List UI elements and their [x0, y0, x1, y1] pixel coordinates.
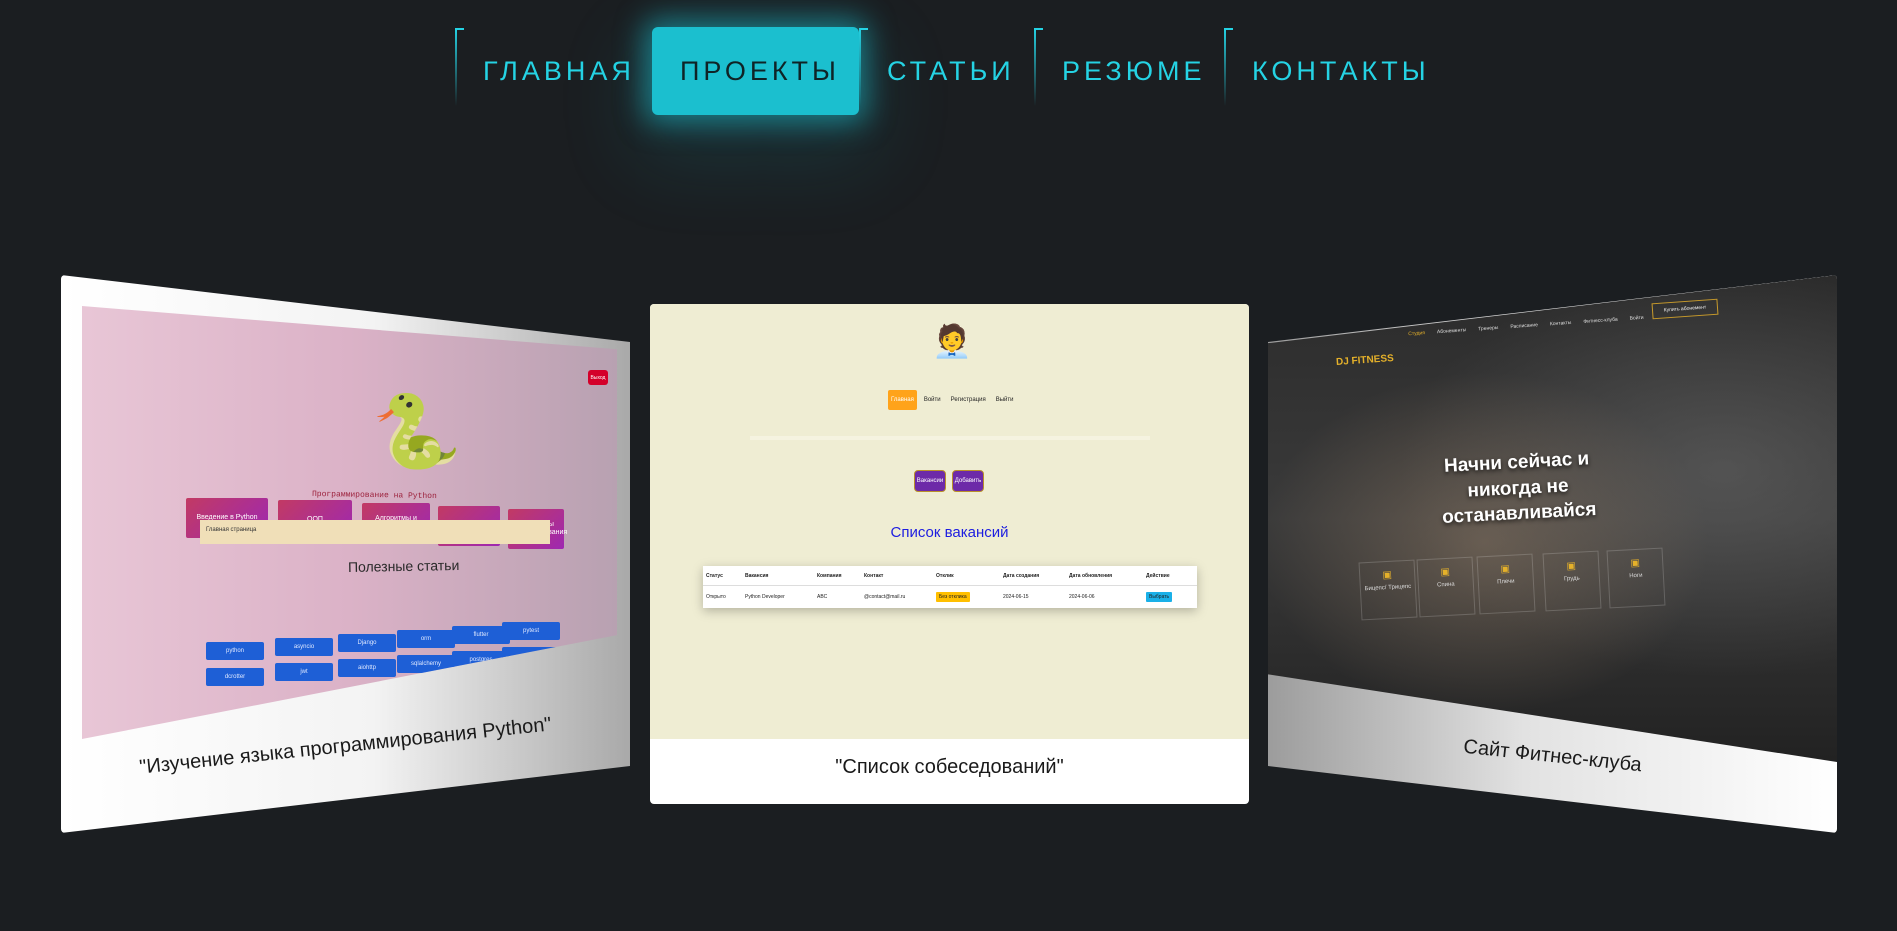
python-snake-icon: 🐍 [372, 392, 462, 472]
screenshot-button: Вакансии [914, 470, 946, 492]
screenshot-buy-button: Купить абонемент [1651, 298, 1719, 320]
table-cell: Компания [817, 572, 842, 579]
category-label: Бицепс/ Трицепс [1364, 583, 1412, 593]
screenshot-category: ▣ Бицепс/ Трицепс [1358, 559, 1418, 621]
screenshot-menu-item: Абонементы [1436, 327, 1467, 336]
dumbbell-icon: ▣ [1630, 557, 1641, 570]
nav-item-label: КОНТАКТЫ [1252, 55, 1430, 86]
screenshot-heading: Список вакансий [890, 524, 1009, 541]
screenshot-tag: aiohttp [338, 659, 396, 677]
screenshot-tag: jwt [275, 663, 333, 681]
screenshot-nav-item: Войти [923, 397, 941, 403]
dumbbell-icon: ▣ [1440, 566, 1451, 579]
screenshot-logout: Выход [588, 370, 608, 385]
table-cell: Отклик [936, 572, 954, 579]
dumbbell-icon: ▣ [1382, 569, 1393, 582]
table-cell: ABC [817, 594, 828, 600]
screenshot-tag: pytest [502, 622, 560, 640]
table-cell: Действие [1146, 572, 1170, 579]
screenshot-divider [750, 436, 1150, 440]
main-nav: ГЛАВНАЯ ПРОЕКТЫ СТАТЬИ РЕЗЮМЕ КОНТАКТЫ [455, 26, 1426, 116]
screenshot-nav-item: Регистрация [950, 397, 986, 403]
screenshot-table: Статус Вакансия Компания Контакт Отклик … [703, 566, 1197, 608]
nav-item-label: ГЛАВНАЯ [483, 55, 635, 86]
project-card-interviews[interactable]: 🧑‍💼 Главная Войти Регистрация Выйти Вака… [650, 304, 1249, 804]
nav-item-label: ПРОЕКТЫ [680, 55, 840, 86]
screenshot-button: Добавить [952, 470, 984, 492]
screenshot-menu-item: Студия [1408, 330, 1426, 338]
screenshot-menu-item: Фитнесс-клуба [1583, 316, 1618, 325]
table-cell: @contact@mail.ru [864, 594, 906, 600]
table-cell: Контакт [864, 572, 884, 579]
screenshot-tag: asyncio [275, 638, 333, 656]
table-cell: Открыто [706, 594, 726, 600]
table-cell: Python Developer [745, 594, 785, 600]
dumbbell-icon: ▣ [1500, 563, 1511, 576]
screenshot-menu: Студия Абонементы Тренеры Расписание Кон… [1408, 315, 1644, 337]
table-cell: Вакансия [745, 572, 769, 579]
screenshot-tag: python [206, 642, 264, 660]
table-cell: Статус [706, 572, 723, 579]
screenshot-menu-item: Тренеры [1478, 324, 1499, 333]
category-label: Плечи [1497, 578, 1515, 586]
nav-item-main[interactable]: ГЛАВНАЯ [455, 26, 652, 116]
nav-item-label: СТАТЬИ [887, 55, 1015, 86]
screenshot-section-title: Полезные статьи [347, 557, 460, 575]
dumbbell-icon: ▣ [1566, 560, 1577, 573]
screenshot-tag: orm [397, 630, 455, 648]
table-header: Статус Вакансия Компания Контакт Отклик … [703, 566, 1197, 586]
screenshot-tag: dcrotter [206, 668, 264, 686]
screenshot-tag: Django [338, 634, 396, 652]
screenshot-menu-item: Расписание [1510, 322, 1539, 331]
screenshot-hero-text: Начни сейчас и никогда не останавливайся [1441, 448, 1597, 529]
screenshot-category: ▣ Плечи [1476, 553, 1536, 615]
nav-item-resume[interactable]: РЕЗЮМЕ [1034, 26, 1224, 116]
project-card-fitness[interactable]: DJ FITNESS Студия Абонементы Тренеры Рас… [1268, 275, 1837, 833]
project-card-python[interactable]: 🐍 Программирование на Python Введение в … [61, 275, 630, 833]
table-cell: Дата создания [1003, 572, 1040, 579]
nav-item-contacts[interactable]: КОНТАКТЫ [1224, 26, 1426, 116]
category-label: Спина [1436, 581, 1455, 589]
table-cell: Дата обновления [1069, 572, 1113, 579]
projects-page: ГЛАВНАЯ ПРОЕКТЫ СТАТЬИ РЕЗЮМЕ КОНТАКТЫ 🐍… [0, 0, 1897, 931]
table-cell: 2024-06-06 [1069, 594, 1095, 600]
screenshot-tag: sqlalchemy [397, 655, 455, 673]
project-caption: "Список собеседований" [835, 756, 1064, 778]
screenshot-nav-item: Выйти [995, 397, 1014, 403]
screenshot-category: ▣ Спина [1416, 556, 1476, 618]
interview-avatar-icon: 🧑‍💼 [932, 323, 972, 359]
table-cell: 2024-06-15 [1003, 594, 1029, 600]
nav-item-label: РЕЗЮМЕ [1062, 55, 1206, 86]
table-cell: Без отклика [936, 592, 970, 602]
screenshot-nav-item: Главная [888, 390, 917, 410]
nav-item-projects[interactable]: ПРОЕКТЫ [652, 27, 859, 115]
screenshot-breadcrumb: Главная страница [200, 520, 550, 544]
table-row: Открыто Python Developer ABC @contact@ma… [703, 587, 1197, 607]
screenshot-menu-item: Контакты [1549, 319, 1572, 328]
project-screenshot: DJ FITNESS Студия Абонементы Тренеры Рас… [1268, 275, 1837, 762]
project-screenshot: 🐍 Программирование на Python Введение в … [82, 306, 617, 739]
screenshot-nav: Главная Войти Регистрация Выйти [888, 390, 1016, 410]
project-screenshot: 🧑‍💼 Главная Войти Регистрация Выйти Вака… [650, 304, 1249, 739]
screenshot-category: ▣ Ноги [1606, 547, 1666, 609]
screenshot-menu-item: Войти [1629, 314, 1644, 322]
category-label: Ноги [1629, 572, 1643, 580]
nav-item-articles[interactable]: СТАТЬИ [859, 26, 1034, 116]
category-label: Грудь [1563, 575, 1580, 583]
table-cell: Выбрать [1146, 592, 1173, 602]
screenshot-category: ▣ Грудь [1542, 550, 1602, 612]
screenshot-logo: DJ FITNESS [1335, 352, 1395, 369]
screenshot-tag: celery [502, 647, 560, 665]
